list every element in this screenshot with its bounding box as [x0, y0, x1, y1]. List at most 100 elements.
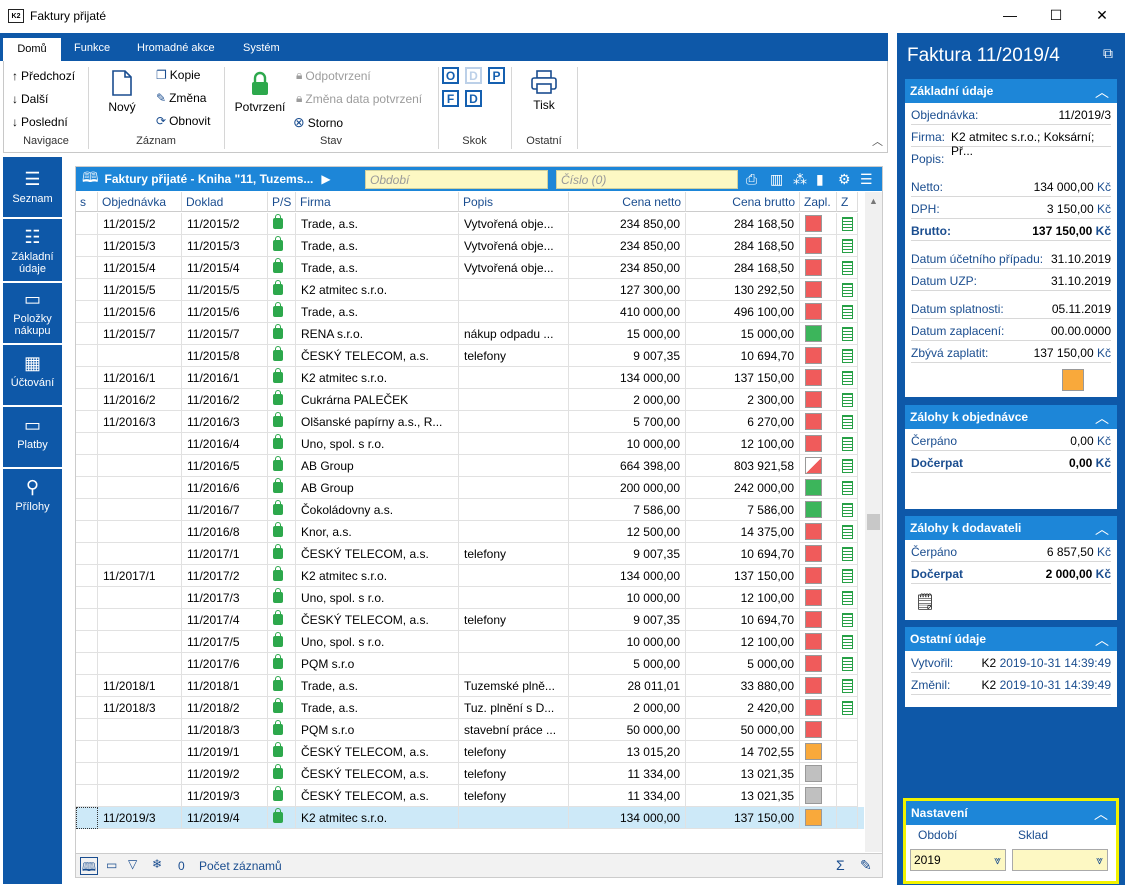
filter-icon[interactable]: ▽ — [128, 857, 137, 871]
tree-icon[interactable]: ⁂ — [793, 171, 807, 188]
table-row[interactable]: 11/2015/7 11/2015/7 RENA s.r.o. nákup odpad… — [76, 323, 864, 345]
table-row[interactable]: 11/2018/3 11/2018/2 Trade, a.s. Tuz. plnění… — [76, 697, 864, 719]
tab-domu[interactable]: Domů — [3, 38, 61, 61]
refresh-button[interactable]: ⟳ Obnovit — [156, 114, 210, 128]
column-header[interactable]: Objednávka — [98, 192, 182, 212]
play-icon[interactable]: ▶ — [321, 172, 330, 186]
last-button[interactable]: ↓ Poslední — [12, 115, 68, 129]
jump-o-button[interactable]: O — [442, 67, 459, 84]
table-row[interactable]: 11/2015/4 11/2015/4 Trade, a.s. Vytvořená o… — [76, 257, 864, 279]
gear-icon[interactable]: ⚙ — [838, 171, 851, 188]
column-header[interactable]: Firma — [296, 192, 459, 212]
storno-button[interactable]: ⊗ Storno — [293, 114, 343, 131]
table-row[interactable]: 11/2017/1 ČESKÝ TELECOM, a.s. telefony 9 00… — [76, 543, 864, 565]
table-row[interactable]: 11/2017/1 11/2017/2 K2 atmitec s.r.o. 134 0… — [76, 565, 864, 587]
tab-system[interactable]: Systém — [243, 42, 280, 54]
table-row[interactable]: 11/2017/3 Uno, spol. s r.o. 10 000,00 12 10… — [76, 587, 864, 609]
jump-p-button[interactable]: P — [488, 67, 505, 84]
table-row[interactable]: 11/2017/5 Uno, spol. s r.o. 10 000,00 12 10… — [76, 631, 864, 653]
edit-icon[interactable]: ✎ — [860, 857, 872, 874]
snowflake-icon[interactable]: ❄ — [152, 857, 162, 871]
table-row[interactable]: 11/2019/1 ČESKÝ TELECOM, a.s. telefony 13 0… — [76, 741, 864, 763]
jump-d-button[interactable]: D — [465, 67, 482, 84]
tab-hromadne-akce[interactable]: Hromadné akce — [137, 42, 215, 54]
popout-icon[interactable]: ⧉ — [1103, 45, 1113, 62]
sum-icon[interactable]: Σ — [836, 857, 845, 873]
chevron-up-icon[interactable]: ︿ — [1094, 804, 1108, 824]
section-header[interactable]: Nastavení ︿ — [906, 801, 1116, 825]
new-button[interactable]: Nový — [102, 69, 142, 114]
nav-seznam[interactable]: ☰ Seznam — [3, 169, 62, 205]
jump-f-button[interactable]: F — [442, 90, 459, 107]
table-row[interactable]: 11/2018/1 11/2018/1 Trade, a.s. Tuzemské pl… — [76, 675, 864, 697]
column-header[interactable]: Popis — [459, 192, 569, 212]
column-header[interactable]: P/S — [268, 192, 296, 212]
section-header[interactable]: Zálohy k dodavateli ︿ — [905, 516, 1117, 540]
table-row[interactable]: 11/2016/7 Čokoládovny a.s. 7 586,00 7 586,0… — [76, 499, 864, 521]
nav-polozky-nakupu[interactable]: ▭ Položky nákupu — [3, 289, 62, 337]
column-header[interactable]: Cena brutto — [686, 192, 800, 212]
scroll-thumb[interactable] — [867, 514, 880, 530]
table-row[interactable]: 11/2016/3 11/2016/3 Olšanské papírny a.s.,… — [76, 411, 864, 433]
period-select[interactable]: 2019 ⩔ — [910, 849, 1006, 871]
unconfirm-button[interactable]: 🔒︎ Odpotvrzení — [296, 68, 371, 83]
table-row[interactable]: 11/2016/1 11/2016/1 K2 atmitec s.r.o. 134 0… — [76, 367, 864, 389]
table-row[interactable]: 11/2015/2 11/2015/2 Trade, a.s. Vytvořená o… — [76, 213, 864, 235]
column-header[interactable]: Zapl. — [800, 192, 837, 212]
table-row[interactable]: 11/2016/6 AB Group 200 000,00 242 000,00 — [76, 477, 864, 499]
table-row[interactable]: 11/2016/4 Uno, spol. s r.o. 10 000,00 12 10… — [76, 433, 864, 455]
maximize-button[interactable]: ☐ — [1033, 0, 1079, 30]
document-coin-icon[interactable]: 🗒 — [915, 592, 935, 612]
scroll-up-icon[interactable]: ▲ — [869, 196, 878, 206]
table-row[interactable]: 11/2017/4 ČESKÝ TELECOM, a.s. telefony 9 00… — [76, 609, 864, 631]
change-button[interactable]: ✎ Změna — [156, 91, 206, 105]
panel-splitter[interactable] — [891, 33, 896, 885]
section-header[interactable]: Ostatní údaje ︿ — [905, 627, 1117, 651]
record-count-label[interactable]: Počet záznamů — [199, 859, 282, 873]
table-row[interactable]: 11/2015/6 11/2015/6 Trade, a.s. 410 000,00 4… — [76, 301, 864, 323]
box-icon[interactable]: ▭ — [106, 858, 117, 872]
table-row[interactable]: 11/2015/3 11/2015/3 Trade, a.s. Vytvořená o… — [76, 235, 864, 257]
close-button[interactable]: ✕ — [1079, 0, 1125, 30]
table-row[interactable]: 11/2018/3 PQM s.r.o stavební práce ... 50 0… — [76, 719, 864, 741]
confirm-button[interactable]: Potvrzení — [232, 71, 288, 114]
chevron-up-icon[interactable]: ︿ — [1095, 519, 1109, 539]
nav-zakladni-udaje[interactable]: ☷ Základní údaje — [3, 227, 62, 275]
next-button[interactable]: ↓ Další — [12, 92, 48, 106]
table-row[interactable]: 11/2019/2 ČESKÝ TELECOM, a.s. telefony 11 3… — [76, 763, 864, 785]
section-header[interactable]: Základní údaje ︿ — [905, 79, 1117, 103]
table-row[interactable]: 11/2016/8 Knor, a.s. 12 500,00 14 375,00 — [76, 521, 864, 543]
change-date-button[interactable]: 🔒︎ Změna data potvrzení — [296, 91, 422, 106]
created-date[interactable]: 2019-10-31 14:39:49 — [1000, 656, 1111, 670]
book-view-icon[interactable]: 🕮 — [80, 857, 98, 875]
column-header[interactable]: Z — [837, 192, 858, 212]
nav-platby[interactable]: ▭ Platby — [3, 415, 62, 451]
chevron-up-icon[interactable]: ︿ — [1095, 630, 1109, 650]
minimize-button[interactable]: — — [987, 0, 1033, 30]
table-row[interactable]: 11/2015/5 11/2015/5 K2 atmitec s.r.o. 127 3… — [76, 279, 864, 301]
number-field[interactable]: Číslo (0) — [556, 170, 738, 189]
table-row[interactable]: 11/2019/3 ČESKÝ TELECOM, a.s. telefony 11 3… — [76, 785, 864, 807]
period-field[interactable]: Období — [365, 170, 548, 189]
column-header[interactable]: s — [76, 192, 98, 212]
column-header[interactable]: Doklad — [182, 192, 268, 212]
print-icon[interactable]: ⎙ — [746, 171, 757, 188]
table-row[interactable]: 11/2017/6 PQM s.r.o 5 000,00 5 000,00 — [76, 653, 864, 675]
nav-prilohy[interactable]: ⚲ Přílohy — [3, 477, 62, 513]
warehouse-select[interactable]: ⩔ — [1012, 849, 1108, 871]
nav-uctovani[interactable]: ▦ Účtování — [3, 353, 62, 389]
table-row[interactable]: 11/2015/8 ČESKÝ TELECOM, a.s. telefony 9 00… — [76, 345, 864, 367]
collapse-ribbon-icon[interactable]: ︿ — [872, 133, 883, 149]
copy-button[interactable]: ❐ Kopie — [156, 68, 200, 82]
table-row[interactable]: 11/2016/2 11/2016/2 Cukrárna PALEČEK 2 000,… — [76, 389, 864, 411]
modified-date[interactable]: 2019-10-31 14:39:49 — [1000, 678, 1111, 692]
chart-icon[interactable]: ▥ — [770, 171, 783, 188]
columns-icon[interactable]: ▮ — [816, 171, 824, 188]
column-header[interactable]: Cena netto — [569, 192, 686, 212]
tab-funkce[interactable]: Funkce — [74, 42, 110, 54]
chevron-up-icon[interactable]: ︿ — [1095, 408, 1109, 428]
table-row[interactable]: 11/2019/3 11/2019/4 K2 atmitec s.r.o. 134 0… — [76, 807, 864, 829]
previous-button[interactable]: ↑ Předchozí — [12, 69, 75, 83]
section-header[interactable]: Zálohy k objednávce ︿ — [905, 405, 1117, 429]
menu-icon[interactable]: ☰ — [860, 171, 873, 188]
